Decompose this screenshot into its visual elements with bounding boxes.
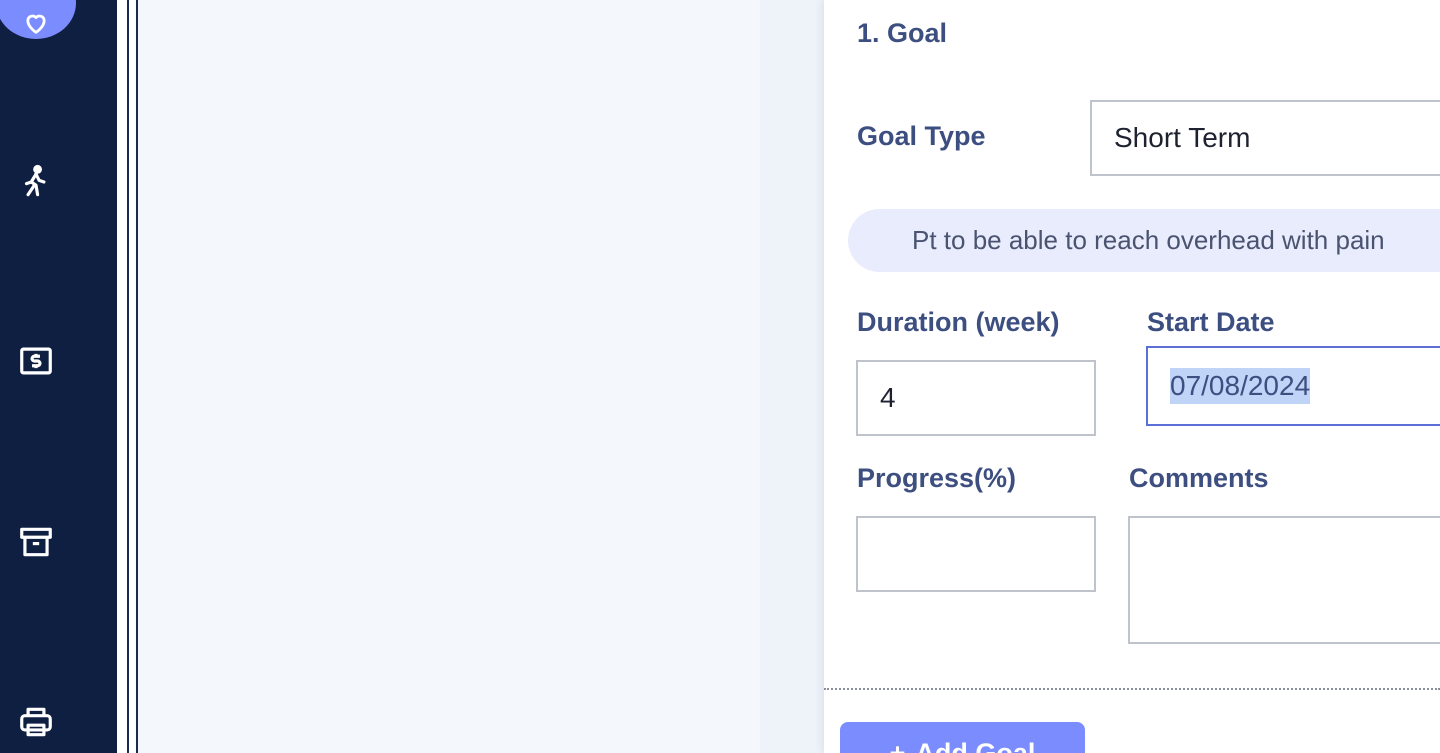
start-date-value: 07/08/2024 [1170,368,1311,404]
add-goal-button[interactable]: + Add Goal [840,722,1085,753]
nav-item-print[interactable] [0,686,72,753]
main-canvas [138,0,760,753]
duration-value: 4 [880,382,896,413]
nav-item-favorites[interactable] [0,0,76,39]
start-date-input[interactable]: 07/08/2024 [1146,346,1440,426]
nav-item-billing[interactable] [0,325,72,397]
nav-item-activity[interactable] [0,146,72,218]
goal-type-label: Goal Type [857,121,986,151]
comments-label: Comments [1129,463,1269,493]
comments-input[interactable] [1128,516,1440,644]
start-date-label: Start Date [1147,307,1275,337]
goal-heading: 1. Goal [857,18,948,48]
canvas-gutter [760,0,824,753]
goal-card: 1. Goal Goal Type Short Term Pt to be ab… [824,0,1440,753]
plus-icon: + [889,738,906,753]
progress-label: Progress(%) [857,463,1017,493]
heart-icon [26,14,46,34]
dollar-bill-icon [20,347,52,375]
walking-person-icon [24,164,46,197]
nav-item-archive[interactable] [0,506,72,578]
printer-icon [20,707,52,737]
archive-box-icon [20,527,52,557]
progress-input[interactable] [856,516,1096,592]
goal-type-value: Short Term [1114,122,1251,153]
goal-type-select[interactable]: Short Term [1090,100,1440,176]
goal-description-text: Pt to be able to reach overhead with pai… [912,225,1385,255]
sidebar-nav [0,0,117,753]
section-divider [824,688,1440,690]
add-goal-label: Add Goal [915,738,1036,753]
frame-border-outer [127,0,129,753]
duration-label: Duration (week) [857,307,1060,337]
duration-input[interactable]: 4 [856,360,1096,436]
goal-description-field[interactable]: Pt to be able to reach overhead with pai… [848,209,1440,272]
